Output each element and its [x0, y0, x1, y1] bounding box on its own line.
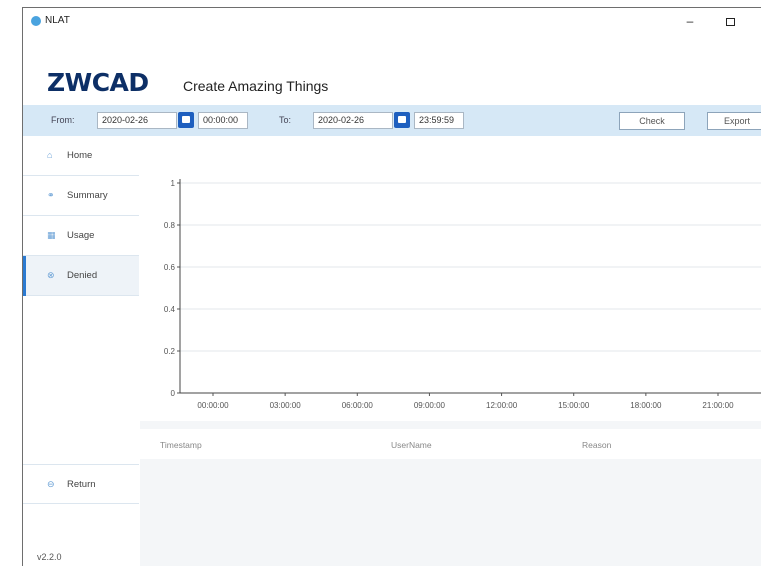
- to-calendar-icon[interactable]: [394, 112, 410, 128]
- y-tick-label: 0: [171, 389, 176, 398]
- y-tick-label: 1: [171, 179, 176, 188]
- sidebar: ⌂ Home ⚭ Summary ▦ Usage ⊗ Denied ⊖ Retu…: [23, 136, 139, 566]
- sidebar-item-label: Usage: [67, 230, 95, 241]
- x-tick-label: 06:00:00: [342, 401, 374, 410]
- column-header-username[interactable]: UserName: [391, 440, 432, 450]
- denied-chart: 0 0.2 0.4 0.6 0.8 1 00:00:00 03:00:00 06:00:00 09…: [140, 136, 761, 421]
- y-tick-label: 0.8: [164, 221, 176, 230]
- x-tick-label: 00:00:00: [197, 401, 229, 410]
- x-tick-label: 12:00:00: [486, 401, 518, 410]
- close-button[interactable]: ×: [755, 10, 761, 32]
- sidebar-item-summary[interactable]: ⚭ Summary: [23, 176, 139, 216]
- to-date-field[interactable]: 2020-02-26: [313, 112, 393, 129]
- export-button[interactable]: Export: [707, 112, 761, 130]
- check-button[interactable]: Check: [619, 112, 685, 130]
- minimize-button[interactable]: –: [677, 10, 703, 32]
- y-tick-label: 0.2: [164, 347, 176, 356]
- sidebar-item-label: Denied: [67, 270, 98, 281]
- usage-icon: ▦: [47, 230, 56, 240]
- sidebar-item-denied[interactable]: ⊗ Denied: [23, 256, 139, 296]
- sidebar-item-label: Home: [67, 150, 93, 161]
- chart-svg: 0 0.2 0.4 0.6 0.8 1 00:00:00 03:00:00 06:00:00 09…: [164, 179, 761, 410]
- brand-tagline: Create Amazing Things: [183, 78, 329, 94]
- column-header-timestamp[interactable]: Timestamp: [160, 440, 202, 450]
- from-time-field[interactable]: 00:00:00: [198, 112, 248, 129]
- version-label: v2.2.0: [37, 552, 62, 562]
- x-tick-label: 21:00:00: [702, 401, 734, 410]
- return-icon: ⊖: [47, 479, 55, 489]
- table-header: Timestamp UserName Reason: [140, 429, 761, 459]
- brand-logo: ZWCAD: [47, 68, 149, 97]
- x-tick-label: 09:00:00: [414, 401, 446, 410]
- to-label: To:: [279, 115, 292, 125]
- y-tick-label: 0.6: [164, 263, 176, 272]
- sidebar-item-label: Summary: [67, 190, 108, 201]
- window-title: NLAT: [45, 15, 70, 26]
- title-bar: NLAT – ×: [23, 8, 761, 36]
- from-calendar-icon[interactable]: [178, 112, 194, 128]
- x-tick-label: 03:00:00: [270, 401, 302, 410]
- sidebar-item-home[interactable]: ⌂ Home: [23, 136, 139, 176]
- maximize-icon: [725, 17, 735, 26]
- maximize-button[interactable]: [717, 10, 743, 32]
- app-icon: [31, 16, 41, 26]
- home-icon: ⌂: [47, 150, 53, 160]
- from-date-field[interactable]: 2020-02-26: [97, 112, 177, 129]
- summary-icon: ⚭: [47, 190, 55, 200]
- denied-icon: ⊗: [47, 270, 55, 280]
- filter-bar: From: 2020-02-26 00:00:00 To: 2020-02-26…: [23, 105, 761, 136]
- from-label: From:: [51, 115, 75, 125]
- y-tick-label: 0.4: [164, 305, 176, 314]
- return-button[interactable]: ⊖ Return: [23, 464, 139, 504]
- main-content: 0 0.2 0.4 0.6 0.8 1 00:00:00 03:00:00 06:00:00 09…: [140, 136, 761, 566]
- table-body: [140, 459, 761, 566]
- column-header-reason[interactable]: Reason: [582, 440, 611, 450]
- app-window: NLAT – × ZWCAD Create Amazing Things Fro…: [22, 7, 761, 566]
- x-tick-label: 15:00:00: [558, 401, 590, 410]
- to-time-field[interactable]: 23:59:59: [414, 112, 464, 129]
- sidebar-item-usage[interactable]: ▦ Usage: [23, 216, 139, 256]
- return-label: Return: [67, 479, 96, 490]
- x-tick-label: 18:00:00: [630, 401, 662, 410]
